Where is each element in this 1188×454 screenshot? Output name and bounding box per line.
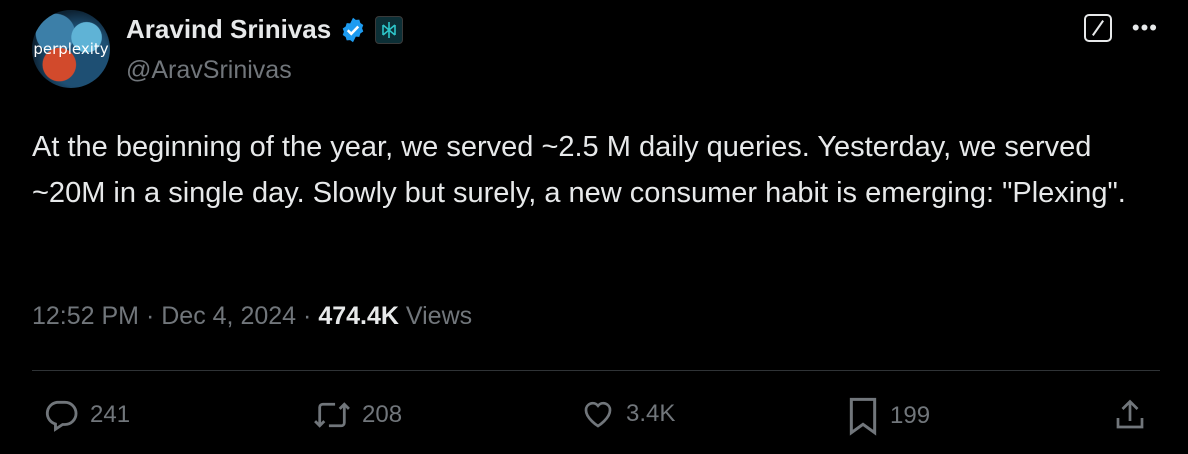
bookmark-icon: [849, 397, 877, 436]
tweet-date[interactable]: Dec 4, 2024: [161, 302, 296, 330]
action-bar: 241 208 3.4K 199: [0, 396, 1188, 440]
top-actions: •••: [1083, 14, 1158, 42]
avatar-label: perplexity: [33, 40, 109, 58]
divider: [32, 370, 1160, 371]
display-name[interactable]: Aravind Srinivas: [126, 14, 331, 45]
repost-icon: [314, 402, 350, 428]
reply-button[interactable]: 241: [42, 396, 130, 434]
like-button[interactable]: 3.4K: [580, 396, 675, 432]
share-button[interactable]: [1112, 396, 1148, 434]
tweet-meta: 12:52 PM · Dec 4, 2024 · 474.4K Views: [32, 302, 472, 331]
share-icon: [1116, 399, 1144, 429]
tweet-text: At the beginning of the year, we served …: [32, 131, 1126, 209]
reply-icon: [45, 400, 78, 432]
affiliate-badge-icon[interactable]: [375, 15, 404, 44]
meta-separator: ·: [303, 302, 312, 330]
reply-count: 241: [90, 401, 131, 428]
more-icon[interactable]: •••: [1132, 17, 1158, 39]
author-name-row: Aravind Srinivas: [126, 14, 404, 45]
verified-badge-icon[interactable]: [339, 16, 367, 44]
grok-icon[interactable]: [1083, 14, 1112, 42]
bookmark-count: 199: [890, 402, 931, 429]
repost-count: 208: [362, 401, 403, 428]
author-handle[interactable]: @AravSrinivas: [126, 56, 292, 85]
views-label: Views: [405, 302, 473, 330]
repost-button[interactable]: 208: [312, 396, 402, 434]
like-icon: [584, 401, 612, 428]
avatar[interactable]: perplexity: [32, 10, 110, 88]
bookmark-button[interactable]: 199: [846, 396, 930, 436]
like-count: 3.4K: [626, 400, 676, 427]
meta-separator: ·: [145, 302, 155, 330]
views-count: 474.4K: [318, 302, 399, 330]
tweet-time[interactable]: 12:52 PM: [32, 302, 139, 330]
